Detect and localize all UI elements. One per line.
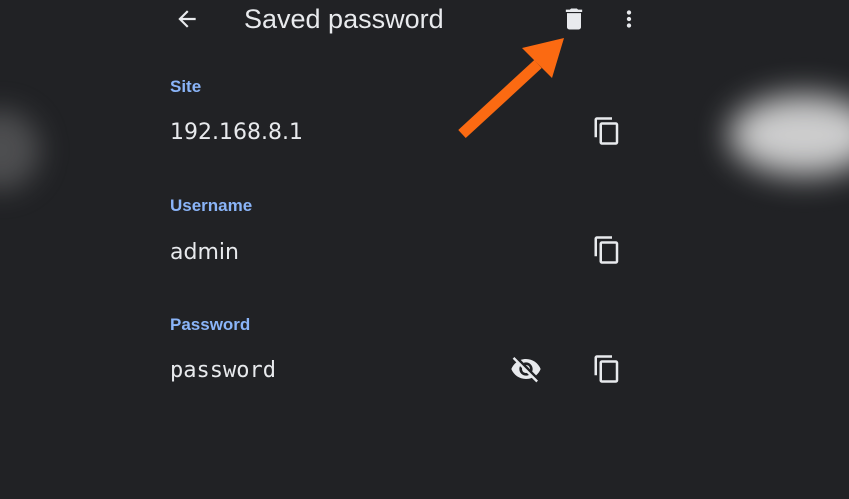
blurred-background-blob-right <box>729 95 849 175</box>
more-vertical-icon <box>626 10 632 28</box>
trash-icon <box>565 8 583 30</box>
saved-password-screen: Saved password Site 192.168.8.1 Username… <box>0 0 849 499</box>
copy-password-button[interactable] <box>588 350 626 388</box>
more-options-button[interactable] <box>616 2 642 36</box>
toggle-password-visibility-button[interactable] <box>506 350 546 388</box>
copy-icon <box>594 236 619 264</box>
copy-icon <box>594 117 619 145</box>
delete-button[interactable] <box>558 2 590 36</box>
arrow-left-icon <box>178 10 196 28</box>
eye-off-icon <box>511 357 541 383</box>
password-label: Password <box>170 315 251 334</box>
blurred-background-blob-left <box>0 110 40 190</box>
copy-username-button[interactable] <box>588 231 626 269</box>
copy-site-button[interactable] <box>588 112 626 150</box>
site-value: 192.168.8.1 <box>170 120 303 145</box>
password-value: password <box>170 358 276 383</box>
username-label: Username <box>170 196 253 215</box>
site-label: Site <box>170 77 202 96</box>
username-value: admin <box>170 240 239 265</box>
back-button[interactable] <box>168 2 206 36</box>
annotation-arrow-icon <box>458 38 564 139</box>
page-title: Saved password <box>244 4 444 34</box>
copy-icon <box>594 355 619 383</box>
